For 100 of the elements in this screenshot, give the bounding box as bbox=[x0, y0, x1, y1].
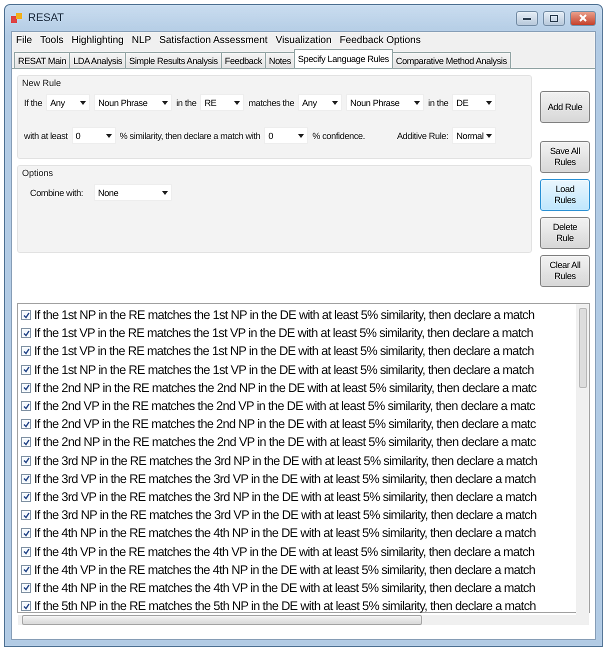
rule-label: % similarity, then declare a match with bbox=[120, 130, 260, 140]
tab[interactable]: Specify Language Rules bbox=[294, 49, 393, 68]
rule-text: If the 3rd NP in the RE matches the 3rd VP in the DE with at least 5% similarity, then declare a match bbox=[34, 508, 537, 522]
checkbox[interactable] bbox=[21, 364, 31, 375]
tab[interactable]: LDA Analysis bbox=[69, 52, 126, 68]
checkbox[interactable] bbox=[21, 492, 31, 502]
checkbox[interactable] bbox=[21, 401, 31, 412]
rule-text: If the 3rd VP in the RE matches the 3rd VP in the DE with at least 5% similarity, then declare a match bbox=[34, 472, 536, 486]
rule-text: If the 2nd VP in the RE matches the 2nd VP in the DE with at least 5% similarity, then declare a matc bbox=[34, 399, 535, 414]
rule-text: If the 1st NP in the RE matches the 1st NP in the DE with at least 5% similarity, then declare a match bbox=[34, 308, 534, 322]
rule-label: matches the bbox=[248, 98, 294, 108]
check-icon bbox=[22, 457, 30, 464]
menu-item[interactable]: Satisfaction Assessment bbox=[159, 35, 268, 46]
menu-item[interactable]: Feedback Options bbox=[340, 35, 421, 46]
tab[interactable]: RESAT Main bbox=[14, 52, 70, 68]
vertical-scrollbar[interactable] bbox=[576, 304, 589, 616]
tab[interactable]: Simple Results Analysis bbox=[125, 52, 222, 68]
check-icon bbox=[22, 312, 30, 319]
rule-text: If the 2nd NP in the RE matches the 2nd NP in the DE with at least 5% similarity, then declare a matc bbox=[34, 380, 536, 395]
action-button[interactable]: Clear All Rules bbox=[540, 255, 590, 287]
check-icon bbox=[22, 530, 30, 537]
checkbox[interactable] bbox=[21, 456, 31, 466]
check-icon bbox=[22, 330, 30, 337]
rule-text: If the 1st VP in the RE matches the 1st NP in the DE with at least 5% similarity, then declare a match bbox=[34, 344, 534, 358]
menu-item[interactable]: Tools bbox=[40, 35, 64, 46]
dropdown[interactable]: Noun Phrase bbox=[346, 94, 424, 111]
menu-item[interactable]: File bbox=[16, 35, 32, 46]
dropdown-arrow-icon bbox=[162, 190, 168, 194]
minimize-icon bbox=[523, 16, 531, 20]
dropdown-arrow-icon bbox=[414, 100, 420, 104]
dropdown-arrow-icon bbox=[332, 100, 338, 104]
rule-label: in the bbox=[176, 98, 196, 108]
menu-item[interactable]: NLP bbox=[132, 35, 152, 46]
dropdown-arrow-icon bbox=[80, 100, 86, 104]
dropdown[interactable]: RE bbox=[200, 94, 244, 111]
checkbox[interactable] bbox=[21, 346, 31, 356]
action-button[interactable]: Load Rules bbox=[540, 179, 590, 211]
check-icon bbox=[22, 475, 30, 482]
close-icon bbox=[579, 14, 587, 22]
checkbox[interactable] bbox=[21, 582, 31, 593]
checkbox[interactable] bbox=[21, 601, 31, 612]
rule-label: in the bbox=[428, 98, 448, 108]
tab[interactable]: Comparative Method Analysis bbox=[392, 52, 511, 68]
rule-text: If the 1st VP in the RE matches the 1st VP in the DE with at least 5% similarity, then declare a match bbox=[34, 326, 534, 340]
rule-label: Additive Rule: bbox=[396, 130, 448, 140]
app-icon bbox=[11, 12, 23, 24]
rule-text: If the 4th NP in the RE matches the 4th VP in the DE with at least 5% similarity, then declare a match bbox=[34, 580, 536, 595]
dropdown[interactable]: Any bbox=[46, 94, 90, 111]
check-icon bbox=[22, 493, 30, 500]
check-icon bbox=[22, 602, 30, 610]
checkbox[interactable] bbox=[21, 419, 31, 430]
close-button[interactable] bbox=[570, 10, 596, 26]
tab[interactable]: Feedback bbox=[220, 52, 266, 68]
dropdown-arrow-icon bbox=[234, 100, 240, 104]
action-button[interactable]: Save All Rules bbox=[540, 141, 590, 173]
checkbox[interactable] bbox=[21, 546, 31, 557]
action-button[interactable]: Delete Rule bbox=[540, 217, 590, 249]
rule-label: with at least bbox=[24, 130, 68, 140]
check-icon bbox=[22, 402, 30, 410]
dropdown-arrow-icon bbox=[106, 134, 112, 138]
rule-text: If the 3rd NP in the RE matches the 3rd NP in the DE with at least 5% similarity, then declare a match bbox=[34, 454, 538, 468]
action-button[interactable]: Add Rule bbox=[540, 91, 590, 123]
dropdown-arrow-icon bbox=[162, 100, 168, 104]
checkbox[interactable] bbox=[21, 437, 31, 448]
rule-text: If the 4th VP in the RE matches the 4th VP in the DE with at least 5% similarity, then declare a match bbox=[34, 544, 534, 559]
rule-text: If the 4th NP in the RE matches the 4th NP in the DE with at least 5% similarity, then declare a match bbox=[34, 526, 536, 540]
checkbox[interactable] bbox=[21, 510, 31, 520]
group-title: Options bbox=[22, 168, 54, 178]
window-title: RESAT bbox=[28, 12, 65, 24]
check-icon bbox=[22, 348, 30, 355]
checkbox[interactable] bbox=[21, 310, 31, 320]
rule-text: If the 1st NP in the RE matches the 1st VP in the DE with at least 5% similarity, then declare a match bbox=[34, 362, 534, 377]
dropdown-arrow-icon bbox=[298, 134, 304, 138]
rule-label: % confidence. bbox=[312, 130, 365, 140]
dropdown[interactable]: DE bbox=[452, 94, 496, 111]
check-icon bbox=[22, 384, 30, 392]
dropdown[interactable]: Any bbox=[298, 94, 342, 111]
checkbox[interactable] bbox=[21, 474, 31, 484]
check-icon bbox=[22, 420, 30, 428]
dropdown[interactable]: 0 bbox=[264, 127, 308, 144]
minimize-button[interactable] bbox=[516, 10, 538, 26]
horizontal-scrollbar[interactable] bbox=[18, 615, 589, 626]
dropdown[interactable]: Normal bbox=[452, 127, 496, 144]
checkbox[interactable] bbox=[21, 382, 31, 393]
menu-item[interactable]: Visualization bbox=[276, 35, 332, 46]
dropdown[interactable]: 0 bbox=[72, 127, 116, 144]
rule-text: If the 2nd VP in the RE matches the 2nd NP in the DE with at least 5% similarity, then declare a matc bbox=[34, 417, 536, 432]
dropdown[interactable]: Noun Phrase bbox=[94, 94, 172, 111]
check-icon bbox=[22, 584, 30, 592]
check-icon bbox=[22, 366, 30, 374]
checkbox[interactable] bbox=[21, 528, 31, 538]
dropdown-arrow-icon bbox=[486, 100, 492, 104]
dropdown[interactable]: None bbox=[94, 184, 172, 201]
checkbox[interactable] bbox=[21, 328, 31, 338]
tab[interactable]: Notes bbox=[264, 52, 295, 68]
maximize-icon bbox=[550, 14, 558, 22]
rule-label: If the bbox=[24, 98, 42, 108]
checkbox[interactable] bbox=[21, 564, 31, 575]
maximize-button[interactable] bbox=[543, 10, 565, 26]
menu-item[interactable]: Highlighting bbox=[71, 35, 124, 46]
